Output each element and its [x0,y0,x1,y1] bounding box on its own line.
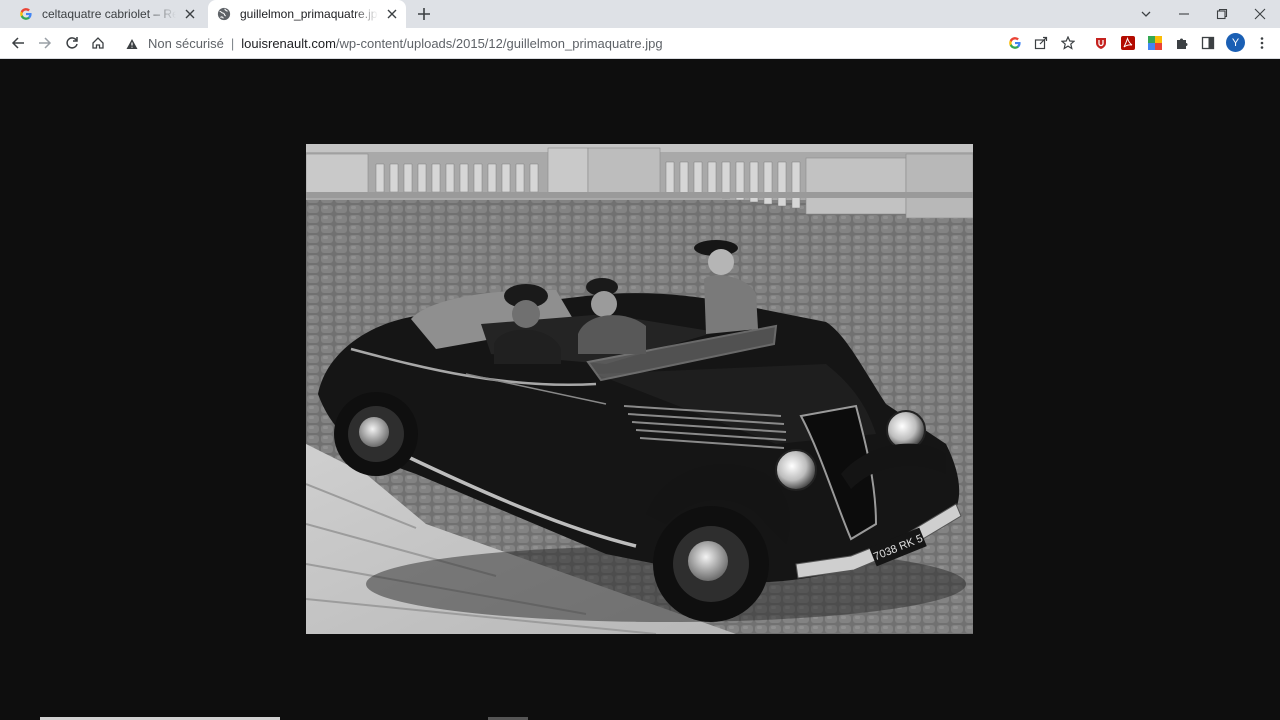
restore-button[interactable] [1203,0,1241,28]
close-icon[interactable] [384,6,400,22]
arrow-right-icon [39,37,52,49]
kebab-menu-icon [1260,37,1264,49]
minimize-button[interactable] [1165,0,1203,28]
address-bar[interactable]: Non sécurisé | louisrenault.com /wp-cont… [116,30,1084,57]
extension-google-button[interactable] [1145,33,1165,53]
menu-button[interactable] [1252,33,1272,53]
tab-strip: celtaquatre cabriolet – Recherche Google… [0,0,1280,28]
share-icon [1034,36,1048,50]
star-icon [1061,36,1075,50]
side-panel-button[interactable] [1198,33,1218,53]
close-icon[interactable] [182,6,198,22]
vintage-car-photo[interactable]: 7038 RK 5 [306,144,973,634]
url-host: louisrenault.com [241,36,336,51]
puzzle-icon [1177,38,1188,49]
tab-search-button[interactable] [1127,0,1165,28]
google-g-icon [1009,37,1021,49]
toolbar: Non sécurisé | louisrenault.com /wp-cont… [0,28,1280,59]
image-viewer: 7038 RK 5 [0,60,1280,720]
reload-button[interactable] [62,33,82,53]
url-path: /wp-content/uploads/2015/12/guillelmon_p… [335,36,663,51]
bookmark-button[interactable] [1058,33,1078,53]
close-window-button[interactable] [1241,0,1279,28]
chevron-down-icon [1141,11,1151,17]
forward-button[interactable] [35,33,55,53]
restore-icon [1216,8,1228,20]
pdf-icon [1121,36,1135,50]
extension-pdf-button[interactable] [1118,33,1138,53]
google-lens-button[interactable] [1005,33,1025,53]
reload-icon [66,37,78,49]
tab-title: celtaquatre cabriolet – Recherche Google [42,7,176,21]
shield-icon [1096,38,1106,49]
back-button[interactable] [8,33,28,53]
minimize-icon [1179,13,1189,15]
home-button[interactable] [88,33,108,53]
tab-google-search[interactable]: celtaquatre cabriolet – Recherche Google [10,0,204,28]
arrow-left-icon [11,37,24,49]
globe-icon [216,6,232,22]
tab-title: guillelmon_primaquatre.jpg (800×588) [240,7,378,21]
puzzle-color-icon [1148,36,1162,50]
share-button[interactable] [1031,33,1051,53]
security-label[interactable]: Non sécurisé [148,36,224,51]
side-panel-icon [1201,36,1215,50]
extension-ublock-button[interactable] [1091,33,1111,53]
separator: | [230,36,235,51]
close-icon [1254,8,1266,20]
warning-icon[interactable] [124,38,140,50]
plus-icon [418,8,430,20]
home-icon [92,37,104,49]
new-tab-button[interactable] [414,4,434,24]
tab-image[interactable]: guillelmon_primaquatre.jpg (800×588) [208,0,406,28]
google-g-icon [18,6,34,22]
profile-avatar[interactable]: Y [1226,33,1245,52]
extensions-button[interactable] [1172,33,1192,53]
